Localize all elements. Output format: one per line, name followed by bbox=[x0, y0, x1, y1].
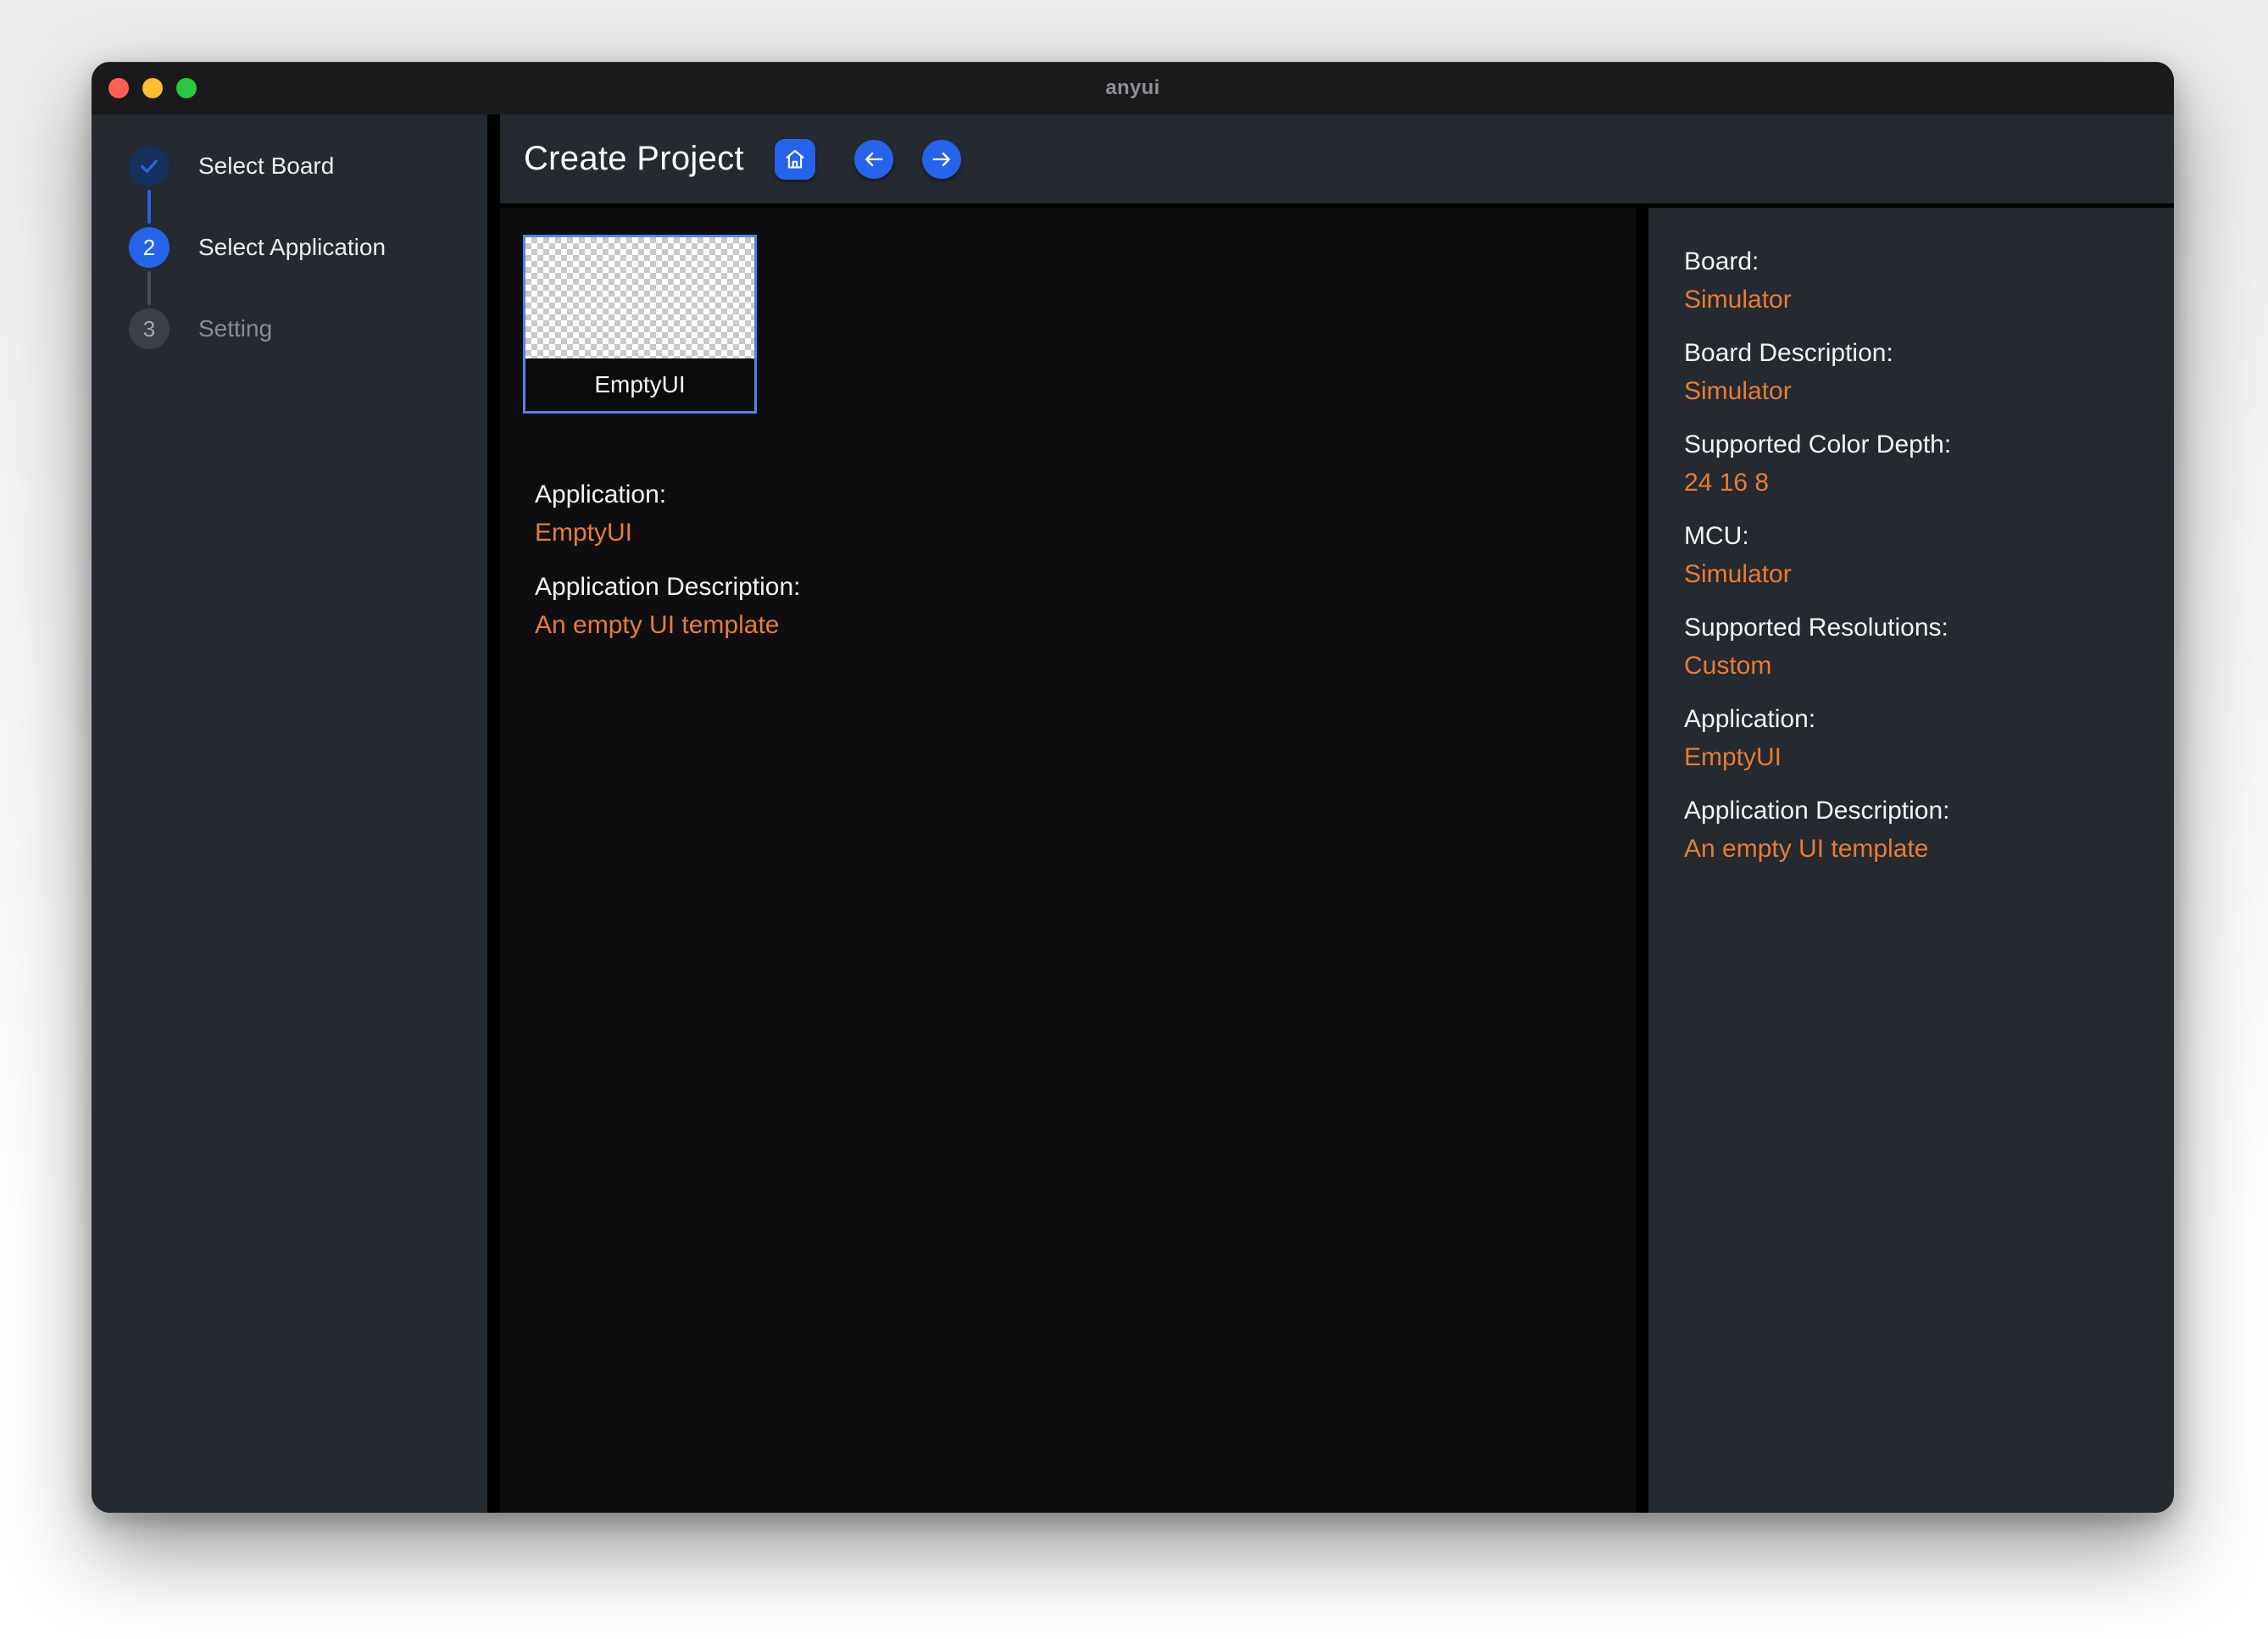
arrow-right-icon bbox=[930, 147, 953, 171]
traffic-lights bbox=[108, 78, 197, 98]
field-value: Simulator bbox=[1684, 378, 2148, 405]
field-label: Application Description: bbox=[535, 574, 1636, 601]
zoom-button[interactable] bbox=[176, 78, 197, 98]
page-title: Create Project bbox=[524, 140, 744, 178]
window-title: anyui bbox=[1105, 76, 1159, 100]
field-label: Supported Color Depth: bbox=[1684, 431, 2148, 458]
field-label: MCU: bbox=[1684, 523, 2148, 550]
details-divider bbox=[1636, 208, 1648, 1513]
application-card-label: EmptyUI bbox=[525, 358, 754, 411]
field-value: An empty UI template bbox=[535, 612, 1636, 639]
board-description-field: Board Description: Simulator bbox=[1684, 340, 2148, 405]
home-button[interactable] bbox=[775, 139, 815, 180]
step-1-circle bbox=[129, 146, 170, 186]
field-label: Board: bbox=[1684, 248, 2148, 275]
step-select-board[interactable]: Select Board bbox=[129, 146, 487, 186]
wizard-sidebar: Select Board 2 Select Application 3 Sett… bbox=[92, 114, 487, 1513]
board-field: Board: Simulator bbox=[1684, 248, 2148, 314]
step-connector-2 bbox=[147, 271, 151, 305]
field-value: Simulator bbox=[1684, 286, 2148, 314]
field-value: EmptyUI bbox=[1684, 744, 2148, 771]
app-window: anyui Select Board 2 Select Application bbox=[92, 62, 2174, 1513]
page-header: Create Project bbox=[500, 114, 2174, 208]
application-description-field: Application Description: An empty UI tem… bbox=[535, 574, 1636, 639]
close-button[interactable] bbox=[108, 78, 129, 98]
field-value: Custom bbox=[1684, 653, 2148, 680]
step-2-label: Select Application bbox=[198, 234, 386, 261]
field-label: Application: bbox=[535, 481, 1636, 508]
field-label: Board Description: bbox=[1684, 340, 2148, 367]
details-panel: Board: Simulator Board Description: Simu… bbox=[1648, 208, 2174, 1513]
resolutions-field: Supported Resolutions: Custom bbox=[1684, 614, 2148, 680]
application-card-emptyui[interactable]: EmptyUI bbox=[523, 235, 757, 414]
application-info: Application: EmptyUI Application Descrip… bbox=[535, 481, 1636, 639]
minimize-button[interactable] bbox=[142, 78, 163, 98]
step-3-label: Setting bbox=[198, 315, 272, 342]
application-thumbnail bbox=[525, 237, 754, 358]
field-label: Supported Resolutions: bbox=[1684, 614, 2148, 642]
step-setting[interactable]: 3 Setting bbox=[129, 308, 487, 349]
arrow-left-icon bbox=[862, 147, 886, 171]
field-label: Application Description: bbox=[1684, 797, 2148, 825]
application-field: Application: EmptyUI bbox=[535, 481, 1636, 547]
title-bar: anyui bbox=[92, 62, 2174, 114]
check-icon bbox=[136, 153, 162, 179]
home-icon bbox=[782, 147, 808, 172]
step-select-application[interactable]: 2 Select Application bbox=[129, 227, 487, 268]
mcu-field: MCU: Simulator bbox=[1684, 523, 2148, 588]
field-value: 24 16 8 bbox=[1684, 469, 2148, 497]
back-button[interactable] bbox=[854, 140, 893, 179]
field-value: EmptyUI bbox=[535, 519, 1636, 547]
field-value: Simulator bbox=[1684, 561, 2148, 588]
field-value: An empty UI template bbox=[1684, 836, 2148, 863]
field-label: Application: bbox=[1684, 706, 2148, 733]
step-1-label: Select Board bbox=[198, 153, 334, 180]
forward-button[interactable] bbox=[922, 140, 961, 179]
application-description-field: Application Description: An empty UI tem… bbox=[1684, 797, 2148, 863]
step-connector-1 bbox=[147, 190, 151, 224]
color-depth-field: Supported Color Depth: 24 16 8 bbox=[1684, 431, 2148, 497]
step-2-circle: 2 bbox=[129, 227, 170, 268]
sidebar-divider bbox=[487, 114, 500, 1513]
step-3-circle: 3 bbox=[129, 308, 170, 349]
application-field: Application: EmptyUI bbox=[1684, 706, 2148, 771]
application-list: EmptyUI Application: EmptyUI Application… bbox=[500, 208, 1636, 1513]
